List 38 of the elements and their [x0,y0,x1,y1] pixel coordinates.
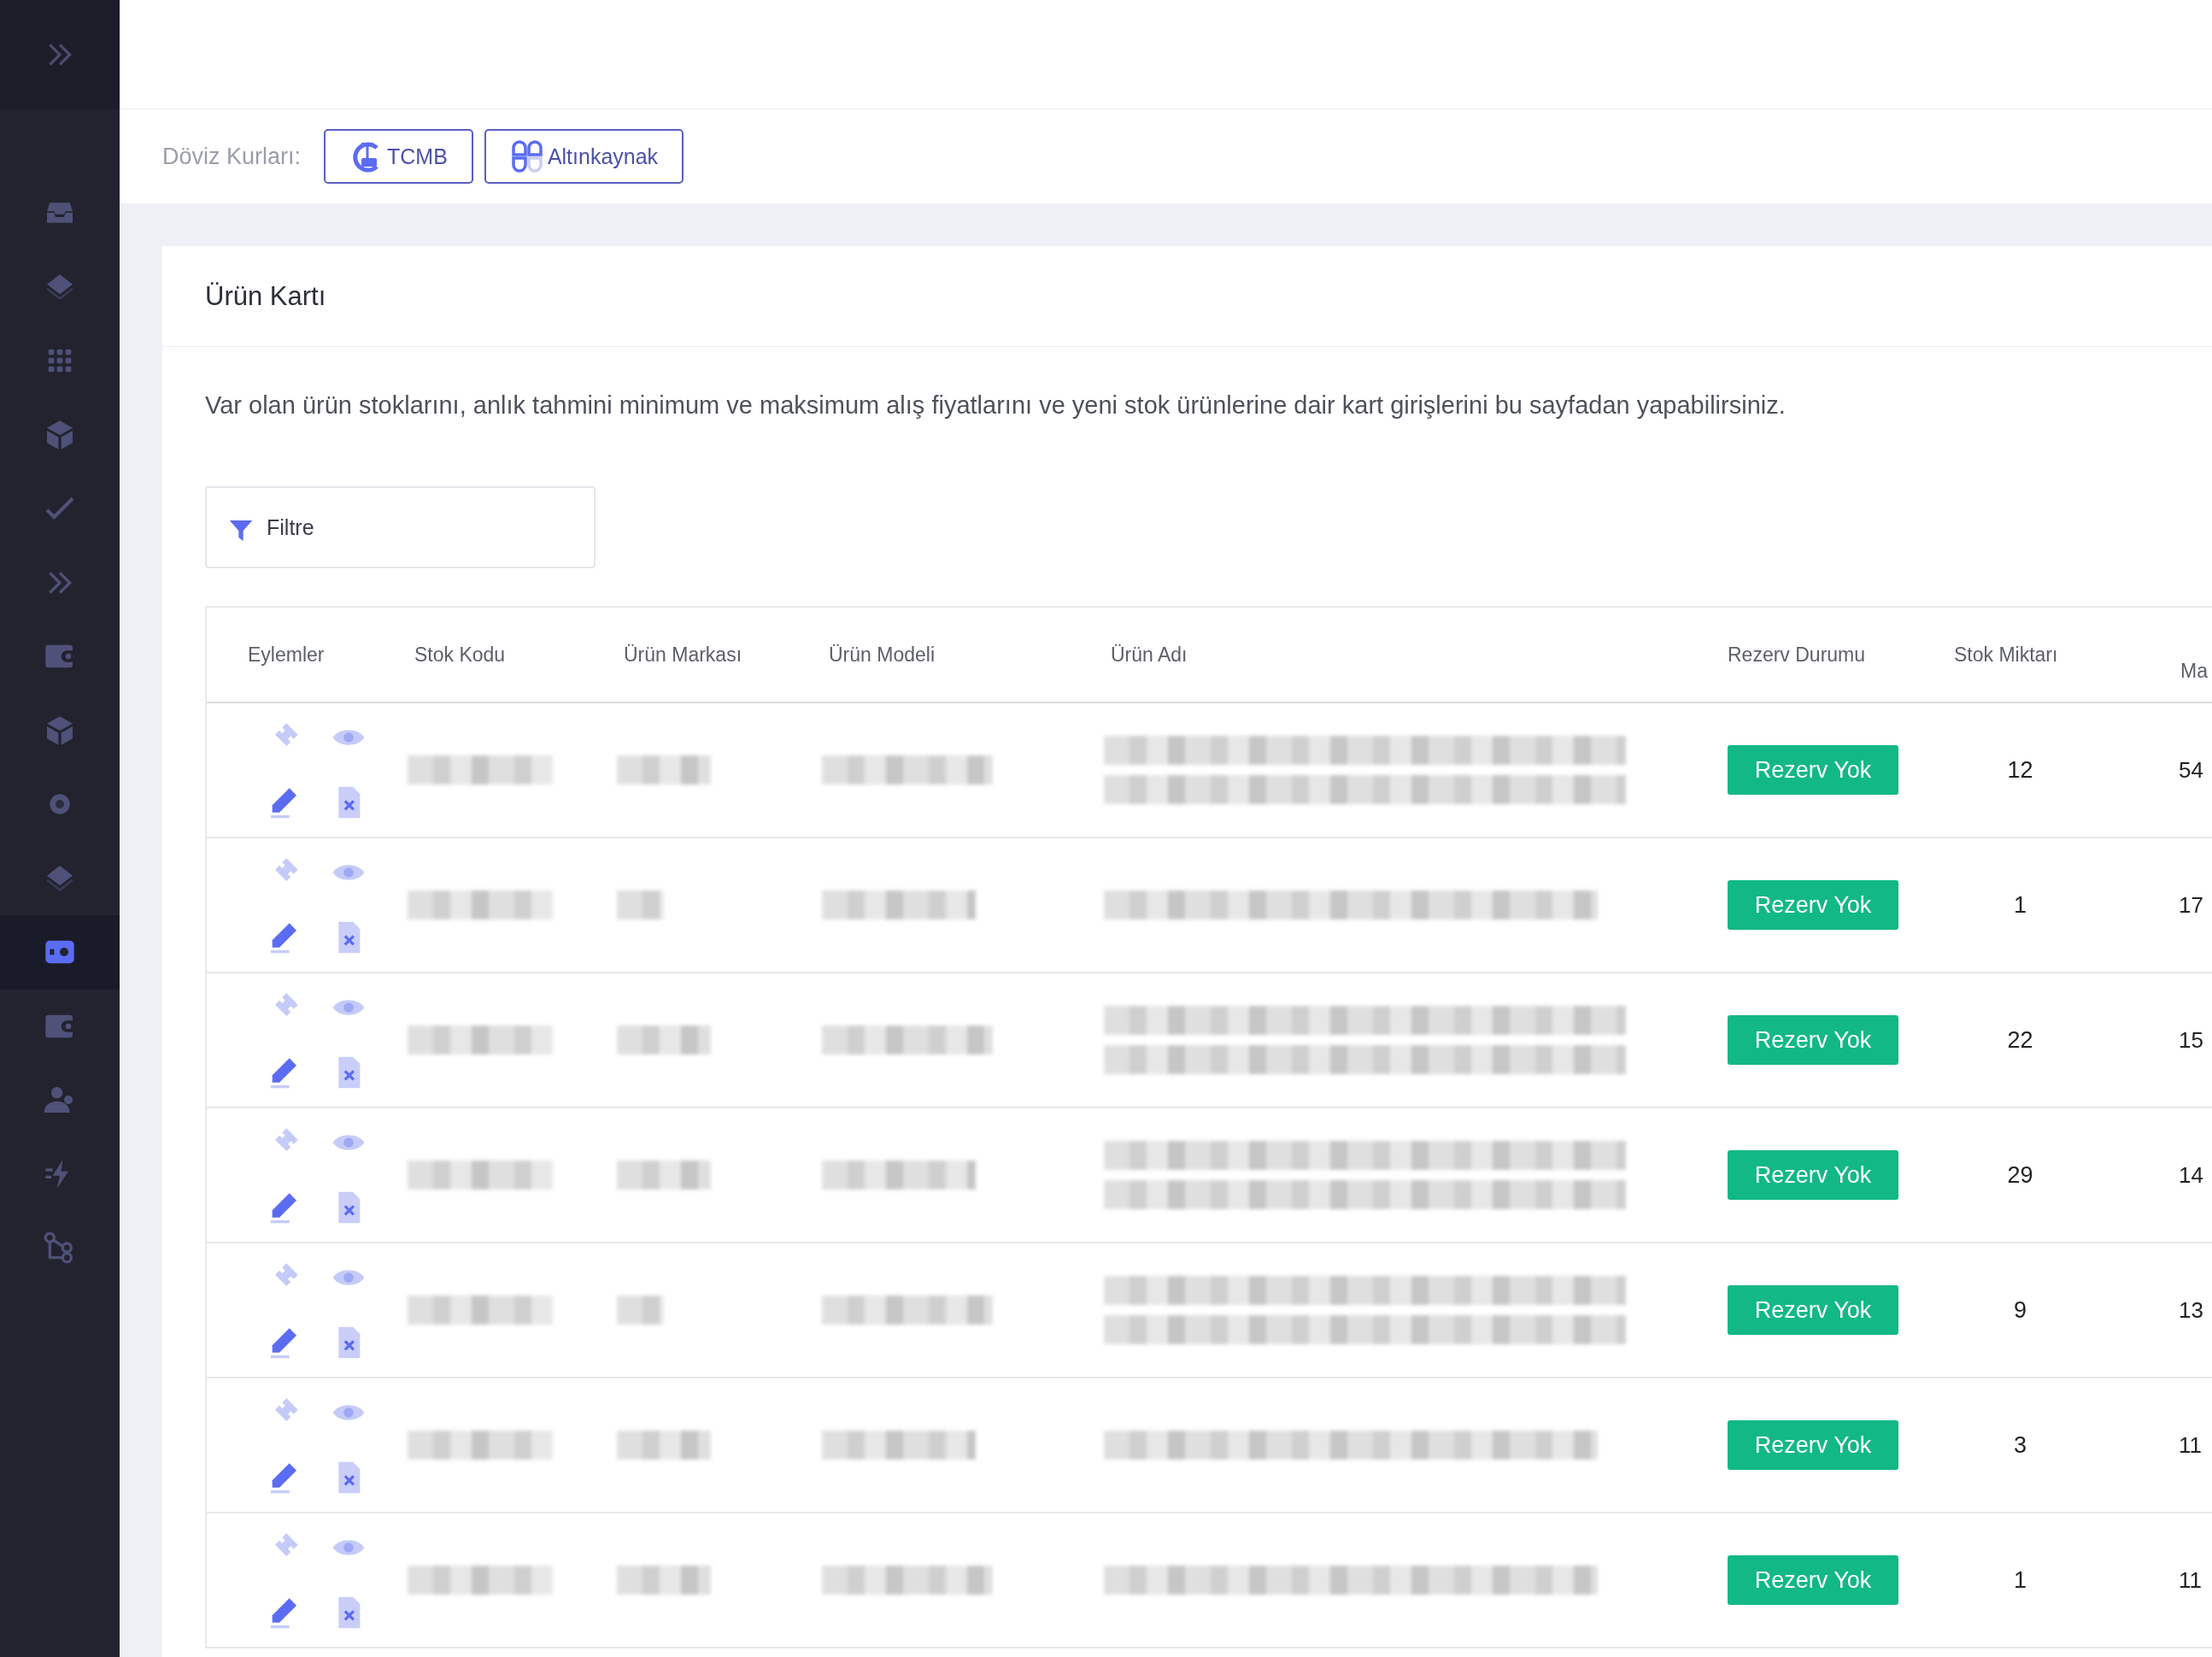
stock-quantity: 22 [2007,1026,2033,1054]
column-header: Rezerv Durumu [1728,643,1866,667]
column-header: Eylemler [248,643,325,667]
table-cell: 17 [2179,891,2203,919]
petals-logo-icon [509,139,544,173]
stock-quantity: 3 [2014,1431,2027,1459]
reservation-status-button[interactable]: Rezerv Yok [1728,1150,1898,1200]
stock-quantity: 12 [2007,756,2033,784]
rate-source-button[interactable]: Altınkaynak [484,129,684,184]
column-header: Stok Kodu [414,643,506,667]
reservation-status-button[interactable]: Rezerv Yok [1728,880,1898,930]
stock-quantity: 29 [2007,1161,2033,1189]
rate-source-button[interactable]: TCMB [324,129,473,184]
reservation-status-button[interactable]: Rezerv Yok [1728,1015,1898,1065]
column-header: Ürün Modeli [829,643,935,667]
card-title: Ürün Kartı [162,246,2212,347]
table-cell: 14 [2179,1161,2203,1189]
stock-quantity: 1 [2014,891,2027,919]
exchange-rates-label: Döviz Kurları: [162,143,302,170]
stock-quantity: 9 [2014,1296,2027,1324]
table-cell: 11 [2179,1566,2202,1594]
column-header: Ürün Markası [624,643,742,667]
reservation-status-button[interactable]: Rezerv Yok [1728,1285,1898,1335]
table-cell: 15 [2179,1026,2203,1054]
reservation-status-button[interactable]: Rezerv Yok [1728,745,1898,795]
column-header: Ürün Adı [1111,643,1188,667]
column-header: Stok Miktarı [1954,643,2058,667]
reservation-status-button[interactable]: Rezerv Yok [1728,1555,1898,1605]
filter-button[interactable]: Filtre [205,486,596,568]
table-cell: 13 [2179,1296,2203,1324]
redacted-text [617,890,664,920]
reservation-status-button[interactable]: Rezerv Yok [1728,1420,1898,1470]
table-cell: 11 [2179,1431,2202,1459]
table-cell: 54 [2179,756,2203,784]
description-text: Var olan ürün stoklarını, anlık tahmini minimum ve maksimum alış fiyatlarını ve yeni stok ürünlerine dair kart girişlerini bu sayfadan yapabilirsiniz. [205,391,1787,420]
redacted-text [617,1296,664,1325]
column-header: Ma [2180,659,2208,683]
stock-quantity: 1 [2014,1566,2027,1594]
